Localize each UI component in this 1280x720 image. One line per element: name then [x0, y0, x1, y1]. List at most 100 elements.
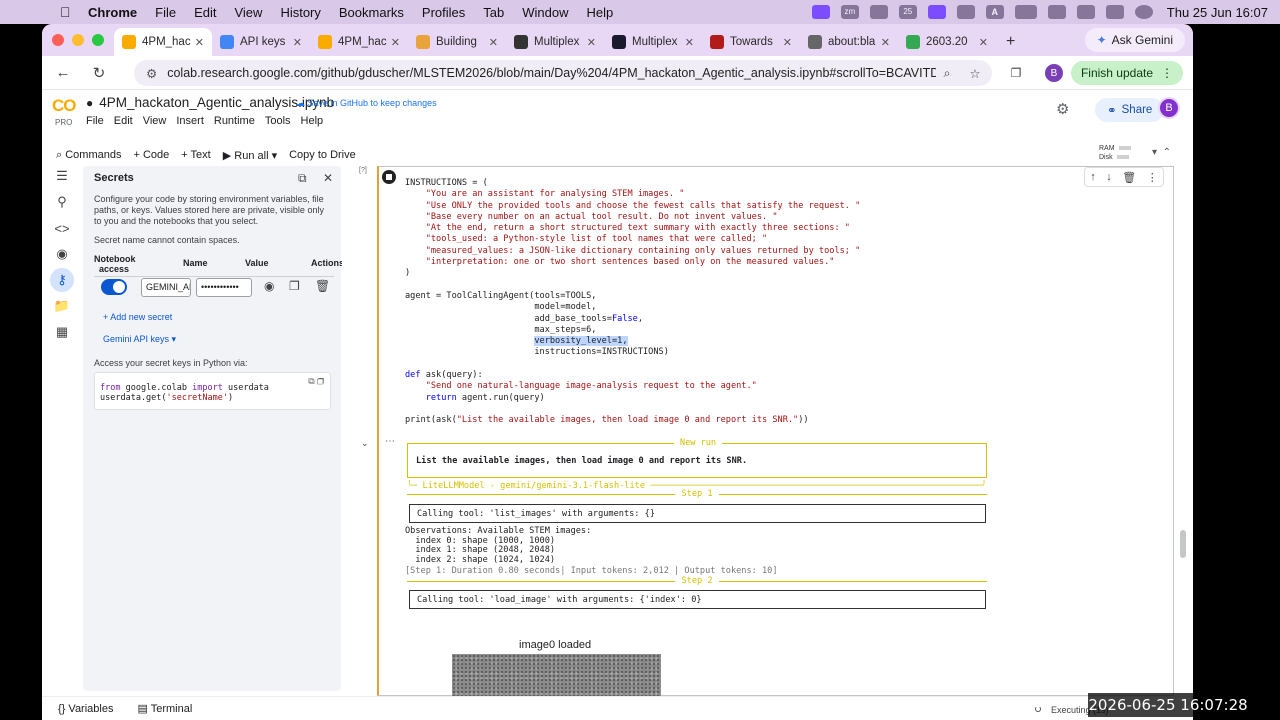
siri-icon[interactable]: [1134, 5, 1153, 19]
new-tab-plus-icon[interactable]: +: [1006, 33, 1015, 51]
table-of-contents-icon[interactable]: ☰: [50, 164, 74, 188]
secrets-key-icon[interactable]: ⚷: [50, 268, 74, 292]
profile-avatar[interactable]: B: [1044, 64, 1063, 82]
menu-profiles[interactable]: Profiles: [422, 5, 465, 20]
nb-menu-tools[interactable]: Tools: [265, 115, 291, 127]
commands-button[interactable]: ⌕ Commands: [56, 149, 121, 162]
bookmark-star-icon[interactable]: ☆: [964, 66, 986, 81]
tab-close-icon[interactable]: ✕: [783, 36, 792, 49]
add-new-secret-button[interactable]: + Add new secret: [103, 312, 172, 322]
code-snippets-icon[interactable]: <>: [50, 216, 74, 240]
wifi-icon[interactable]: [1076, 5, 1095, 19]
copy-value-icon[interactable]: ❐: [289, 279, 300, 293]
menu-app-name[interactable]: Chrome: [88, 5, 137, 20]
screen-mirror-icon[interactable]: [811, 5, 830, 19]
browser-tab[interactable]: about:bla ✕: [800, 28, 898, 56]
maximize-window-button[interactable]: [92, 34, 104, 46]
find-replace-icon[interactable]: ⚲: [50, 190, 74, 214]
apple-icon[interactable]: : [60, 4, 76, 20]
minimize-window-button[interactable]: [72, 34, 84, 46]
data-table-icon[interactable]: ▦: [50, 320, 74, 344]
open-in-tab-icon[interactable]: ⧉: [298, 171, 307, 186]
control-center-icon[interactable]: [1105, 5, 1124, 19]
menu-clock[interactable]: Thu 25 Jun 16:07: [1167, 5, 1268, 20]
tab-close-icon[interactable]: ✕: [391, 36, 400, 49]
close-window-button[interactable]: [52, 34, 64, 46]
nb-menu-file[interactable]: File: [86, 115, 104, 127]
tab-close-icon[interactable]: ✕: [587, 36, 596, 49]
copy-to-drive-button[interactable]: Copy to Drive: [289, 149, 356, 161]
menu-bookmarks[interactable]: Bookmarks: [339, 5, 404, 20]
menu-edit[interactable]: Edit: [194, 5, 216, 20]
more-options-icon[interactable]: ⋮: [1147, 171, 1158, 184]
zoom-icon[interactable]: zm: [840, 5, 859, 19]
browser-tab[interactable]: API keys ✕: [212, 28, 310, 56]
browser-tab[interactable]: Towards ✕: [702, 28, 800, 56]
terminal-button[interactable]: ▤ Terminal: [137, 702, 192, 715]
code-editor[interactable]: INSTRUCTIONS = ( "You are an assistant f…: [405, 178, 860, 427]
nb-menu-view[interactable]: View: [143, 115, 167, 127]
save-in-github-link[interactable]: ☁ Save in GitHub to keep changes: [296, 98, 437, 109]
tab-close-icon[interactable]: ✕: [195, 36, 204, 49]
url-text[interactable]: colab.research.google.com/github/gdusche…: [167, 66, 936, 80]
variables-inspector-icon[interactable]: ◉: [50, 242, 74, 266]
delete-trash-icon[interactable]: 🗑: [315, 279, 330, 293]
ask-gemini-button[interactable]: ✦ Ask Gemini: [1084, 28, 1185, 52]
tab-close-icon[interactable]: ✕: [685, 36, 694, 49]
extensions-puzzle-icon[interactable]: ❐: [1007, 66, 1025, 80]
input-source-icon[interactable]: A: [985, 5, 1004, 19]
menu-file[interactable]: File: [155, 5, 176, 20]
notebook-scrollbar[interactable]: [1180, 530, 1186, 558]
tab-close-icon[interactable]: ✕: [979, 36, 988, 49]
browser-tab[interactable]: Building ✕: [408, 28, 506, 56]
address-bar[interactable]: ⚙ colab.research.google.com/github/gdusc…: [134, 60, 992, 86]
delete-cell-icon[interactable]: 🗑: [1122, 171, 1136, 184]
tab-close-icon[interactable]: ✕: [881, 36, 890, 49]
secret-value-input[interactable]: ••••••••••••: [196, 278, 252, 297]
back-arrow-icon[interactable]: ←: [52, 64, 74, 81]
menu-window[interactable]: Window: [522, 5, 568, 20]
phone-icon[interactable]: [956, 5, 975, 19]
settings-gear-icon[interactable]: ⚙: [1056, 100, 1069, 118]
collapse-output-chevron-icon[interactable]: ⌄: [361, 438, 369, 449]
add-code-button[interactable]: + Code: [133, 149, 169, 161]
tab-close-icon[interactable]: ✕: [489, 36, 498, 49]
browser-tab[interactable]: 2603.20 ✕: [898, 28, 996, 56]
reload-icon[interactable]: ↻: [88, 64, 110, 82]
menu-tab[interactable]: Tab: [483, 5, 504, 20]
nb-menu-insert[interactable]: Insert: [176, 115, 204, 127]
secret-name-input[interactable]: GEMINI_API_KEY: [141, 278, 191, 297]
finish-update-button[interactable]: Finish update ⋮: [1070, 61, 1183, 85]
tab-close-icon[interactable]: ✕: [293, 36, 302, 49]
show-value-eye-icon[interactable]: ◉: [264, 279, 274, 293]
files-folder-icon[interactable]: 📁: [50, 294, 74, 318]
move-down-arrow-icon[interactable]: ↓: [1106, 171, 1112, 183]
notebook-access-toggle[interactable]: [101, 279, 127, 295]
nb-menu-edit[interactable]: Edit: [114, 115, 133, 127]
runtime-dropdown-icon[interactable]: ▾ ⌃: [1152, 147, 1171, 158]
snippet-copy-icons[interactable]: ⧉ ❐: [308, 376, 324, 387]
browser-tab[interactable]: Multiplex ✕: [506, 28, 604, 56]
colab-logo[interactable]: CO: [52, 96, 76, 116]
resource-monitor[interactable]: RAM Disk: [1099, 144, 1131, 162]
stop-cell-button[interactable]: [382, 170, 396, 184]
menu-history[interactable]: History: [280, 5, 320, 20]
calendar-icon[interactable]: 25: [898, 5, 917, 19]
search-icon[interactable]: [1047, 5, 1066, 19]
stage-manager-icon[interactable]: [927, 5, 946, 19]
nb-menu-runtime[interactable]: Runtime: [214, 115, 255, 127]
zoom-magnifier-icon[interactable]: ⌕: [936, 66, 958, 81]
output-actions-icon[interactable]: ⋯: [385, 436, 395, 447]
menu-help[interactable]: Help: [587, 5, 614, 20]
move-up-arrow-icon[interactable]: ↑: [1090, 171, 1096, 183]
site-info-icon[interactable]: ⚙: [146, 66, 157, 81]
add-text-button[interactable]: + Text: [181, 149, 210, 161]
bluetooth-icon[interactable]: [869, 5, 888, 19]
variables-button[interactable]: {} Variables: [58, 703, 113, 715]
browser-tab[interactable]: 4PM_hac ✕: [310, 28, 408, 56]
browser-tab[interactable]: Multiplex ✕: [604, 28, 702, 56]
close-panel-icon[interactable]: ✕: [323, 171, 333, 185]
browser-tab[interactable]: 4PM_hac ✕: [114, 28, 212, 56]
run-all-button[interactable]: ▶ Run all ▾: [223, 149, 277, 162]
nb-menu-help[interactable]: Help: [301, 115, 324, 127]
